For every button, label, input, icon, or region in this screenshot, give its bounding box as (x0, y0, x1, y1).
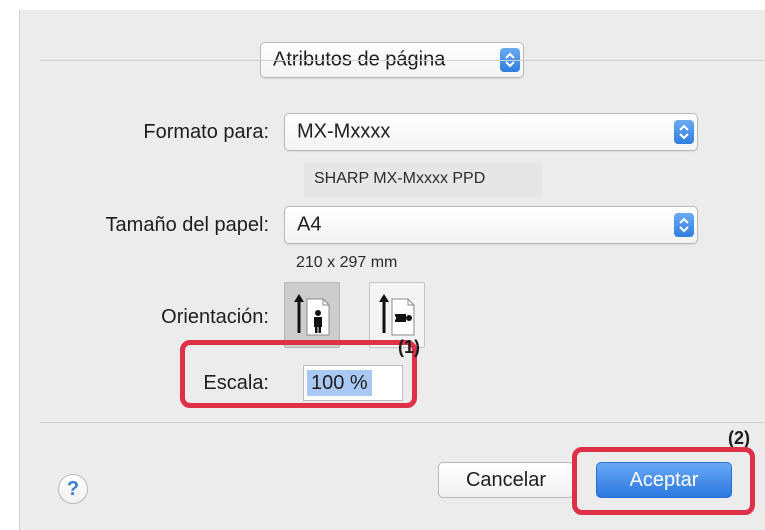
paper-size-popup[interactable]: A4 (284, 206, 698, 244)
top-separator (40, 60, 765, 61)
landscape-orientation-icon (379, 294, 415, 336)
cancel-button[interactable]: Cancelar (438, 462, 574, 498)
portrait-orientation-icon (294, 294, 330, 336)
up-down-chevron-icon (674, 213, 694, 237)
page-setup-dialog: Atributos de página Formato para: MX-Mxx… (19, 10, 765, 530)
question-mark-icon: ? (66, 478, 80, 500)
paper-dimensions: 210 x 297 mm (296, 254, 398, 271)
printer-description: SHARP MX-Mxxxx PPD (314, 170, 486, 187)
help-button[interactable]: ? (58, 474, 88, 504)
paper-size-label: Tamaño del papel: (105, 214, 269, 236)
bottom-separator (40, 422, 765, 423)
callout-1: (1) (398, 337, 420, 357)
paper-size-value: A4 (297, 213, 322, 236)
scale-value: 100 % (307, 370, 372, 396)
portrait-orientation-button[interactable] (284, 282, 340, 348)
scale-input[interactable]: 100 % (303, 365, 403, 401)
scale-label: Escala: (203, 372, 269, 394)
orientation-label: Orientación: (161, 306, 269, 328)
accept-button[interactable]: Aceptar (596, 462, 732, 498)
format-for-popup[interactable]: MX-Mxxxx (284, 113, 698, 151)
up-down-chevron-icon (674, 120, 694, 144)
callout-2: (2) (728, 428, 750, 448)
format-for-value: MX-Mxxxx (297, 120, 391, 143)
format-for-label: Formato para: (143, 121, 269, 143)
